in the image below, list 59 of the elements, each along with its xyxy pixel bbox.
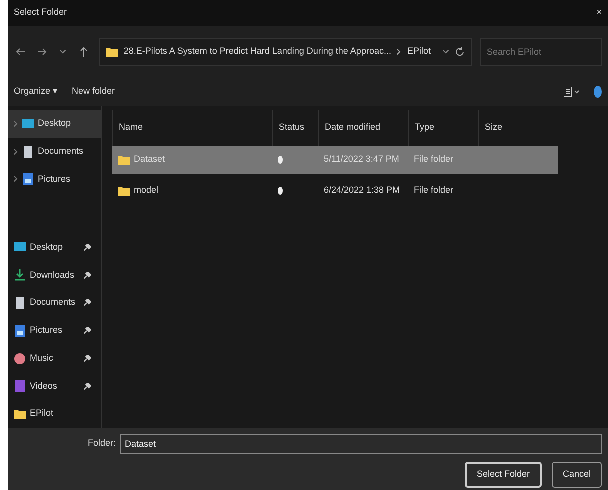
- nav-label: Pictures: [38, 172, 71, 186]
- search-field[interactable]: Search EPilot: [480, 38, 602, 66]
- address-bar[interactable]: 28.E-Pilots A System to Predict Hard Landing During the Approac... EPilot: [98, 38, 472, 66]
- desktop-icon: [22, 118, 34, 130]
- nav-label: Pictures: [30, 324, 64, 338]
- date-modified: 6/24/2022 1:38 PM: [324, 184, 400, 198]
- nav-item[interactable]: Pictures: [8, 166, 101, 194]
- download-icon: [14, 269, 26, 282]
- file-name: model: [134, 184, 159, 198]
- nav-label: Music: [30, 352, 55, 365]
- nav-label: Desktop: [30, 240, 64, 254]
- window-title: Select Folder: [14, 6, 68, 20]
- chevron-right-icon: [397, 49, 402, 55]
- nav-item[interactable]: Desktop: [8, 110, 101, 138]
- chevron-down-icon[interactable]: [442, 50, 449, 54]
- organize-menu[interactable]: Organize ▾: [14, 85, 58, 99]
- folder-icon: [118, 185, 130, 197]
- quick-access-item[interactable]: EPilot: [8, 400, 101, 428]
- video-icon: [14, 380, 26, 392]
- date-modified: 5/11/2022 3:47 PM: [324, 153, 400, 166]
- folder-icon: [118, 154, 130, 166]
- cancel-button[interactable]: Cancel: [552, 462, 602, 488]
- folder-icon: [14, 408, 26, 420]
- folder-name-field[interactable]: Dataset: [120, 434, 602, 454]
- folder-icon: [106, 47, 118, 57]
- file-row[interactable]: model 6/24/2022 1:38 PM File folder: [112, 177, 558, 205]
- quick-access-item[interactable]: Documents: [8, 289, 101, 317]
- document-icon: [22, 146, 34, 158]
- nav-label: Documents: [38, 144, 84, 158]
- file-type: File folder: [414, 184, 454, 198]
- file-type: File folder: [414, 153, 454, 166]
- quick-access-item[interactable]: Videos: [8, 372, 101, 400]
- nav-label: Documents: [30, 296, 77, 310]
- path-segment[interactable]: 28.E-Pilots A System to Predict Hard Landing During the Approac...: [124, 45, 392, 59]
- view-options-icon[interactable]: [564, 87, 580, 97]
- sync-status-icon: [278, 156, 283, 164]
- help-icon[interactable]: [594, 86, 602, 98]
- select-folder-button[interactable]: Select Folder: [464, 462, 542, 488]
- file-name: Dataset: [134, 153, 166, 166]
- quick-access-item[interactable]: Music: [8, 344, 101, 372]
- quick-access-item[interactable]: Downloads: [8, 261, 101, 290]
- nav-label: Desktop: [38, 117, 72, 130]
- document-icon: [14, 297, 26, 310]
- nav-item[interactable]: Documents: [8, 138, 101, 166]
- refresh-icon[interactable]: [454, 47, 465, 57]
- picture-icon: [14, 324, 26, 337]
- close-button[interactable]: ×: [596, 6, 602, 20]
- new-folder-button[interactable]: New folder: [72, 85, 116, 99]
- picture-icon: [22, 173, 34, 186]
- nav-label: Downloads: [30, 268, 76, 282]
- quick-access-item[interactable]: Pictures: [8, 316, 101, 345]
- quick-access-item[interactable]: Desktop: [8, 234, 101, 262]
- folder-label: Folder:: [88, 437, 116, 450]
- nav-label: Videos: [30, 380, 58, 393]
- path-segment[interactable]: EPilot: [407, 45, 431, 59]
- sync-status-icon: [278, 187, 283, 195]
- nav-label: EPilot: [30, 407, 55, 420]
- music-icon: [14, 352, 26, 365]
- desktop-icon: [14, 241, 26, 254]
